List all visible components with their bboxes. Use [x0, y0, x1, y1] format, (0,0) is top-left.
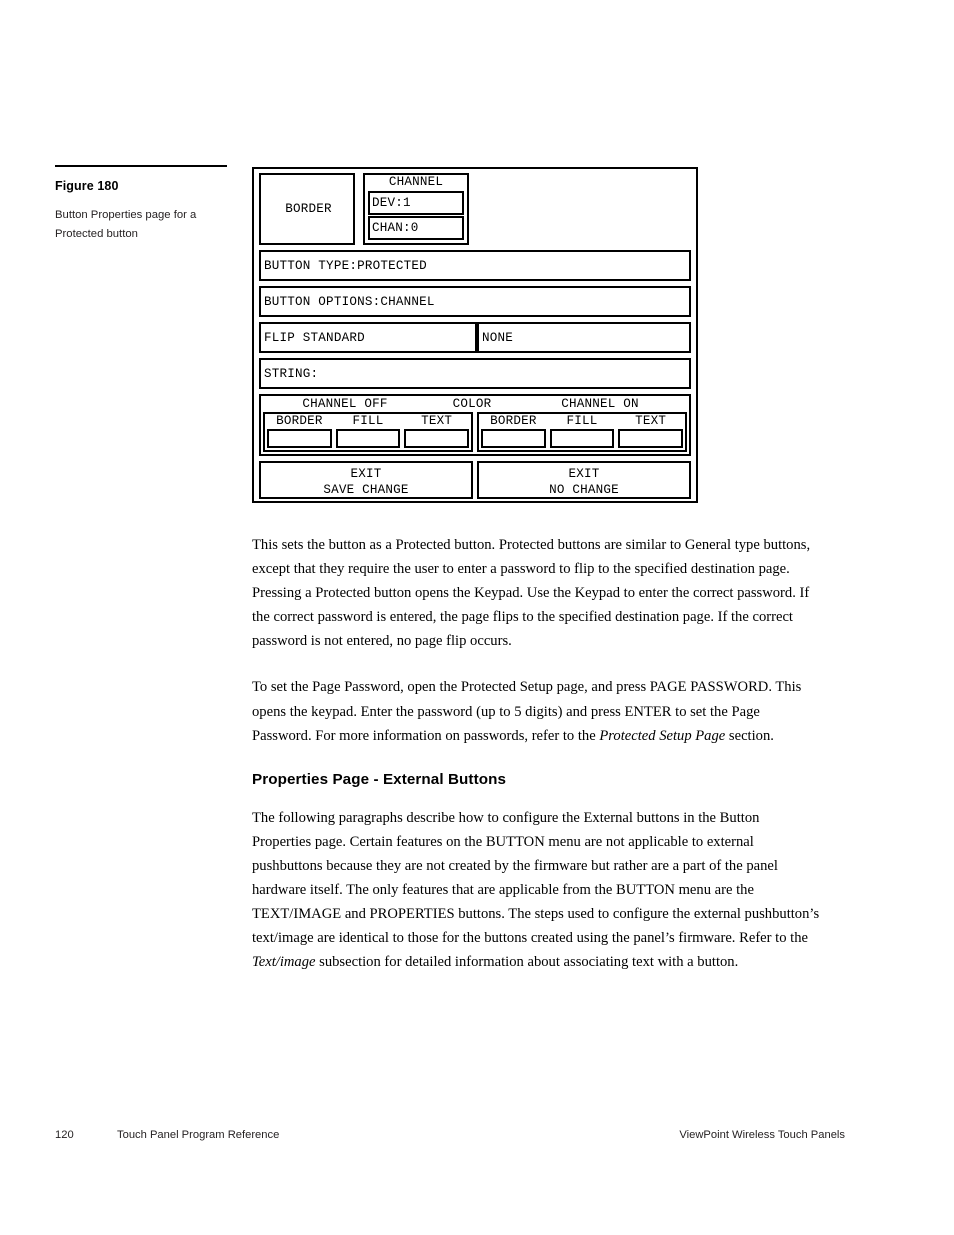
- color-section-header: CHANNEL OFF COLOR CHANNEL ON: [261, 396, 689, 412]
- channel-off-fill-label: FILL: [352, 414, 384, 428]
- channel-number-field[interactable]: CHAN:0: [368, 216, 464, 240]
- channel-on-fill-swatch[interactable]: [549, 429, 615, 448]
- channel-off-color-group: BORDER FILL TEXT: [263, 412, 473, 452]
- text-image-reference: Text/image: [252, 954, 316, 971]
- channel-off-header: CHANNEL OFF: [302, 397, 388, 411]
- channel-off-text-label: TEXT: [421, 414, 453, 428]
- channel-off-text-swatch[interactable]: [404, 429, 470, 448]
- channel-on-text-swatch[interactable]: [618, 429, 684, 448]
- channel-off-fill-swatch-cell: FILL: [334, 414, 403, 450]
- exit-no-change-button[interactable]: EXIT NO CHANGE: [477, 461, 691, 499]
- channel-on-fill-label: FILL: [566, 414, 598, 428]
- channel-on-border-label: BORDER: [490, 414, 537, 428]
- button-type-row: BUTTON TYPE:PROTECTED: [259, 250, 691, 281]
- exit-save-line-2: SAVE CHANGE: [323, 483, 409, 497]
- exit-nochange-line-2: NO CHANGE: [549, 483, 619, 497]
- paragraph-page-password-part2: section.: [725, 727, 774, 744]
- channel-on-color-group: BORDER FILL TEXT: [477, 412, 687, 452]
- section-heading-external-buttons: Properties Page - External Buttons: [252, 770, 507, 788]
- color-header: COLOR: [452, 397, 492, 411]
- channel-off-border-swatch[interactable]: [267, 429, 332, 448]
- color-section: CHANNEL OFF COLOR CHANNEL ON BORDER FILL…: [259, 394, 691, 456]
- exit-nochange-line-1: EXIT: [568, 467, 600, 481]
- border-preview-button[interactable]: BORDER: [259, 173, 355, 245]
- exit-button-row: EXIT SAVE CHANGE EXIT NO CHANGE: [259, 461, 691, 499]
- color-groups: BORDER FILL TEXT BORDER FILL TEXT: [261, 412, 689, 452]
- footer-page-number: 120: [55, 1129, 74, 1141]
- channel-on-text-swatch-cell: TEXT: [616, 414, 685, 450]
- channel-on-border-swatch[interactable]: [481, 429, 546, 448]
- figure-caption-text: Button Properties page for a Protected b…: [55, 209, 197, 240]
- footer-product-name: ViewPoint Wireless Touch Panels: [679, 1129, 845, 1141]
- string-row: STRING:: [259, 358, 691, 389]
- paragraph-external-buttons: The following paragraphs describe how to…: [252, 806, 820, 975]
- figure-caption-block: Figure 180 Button Properties page for a …: [55, 165, 227, 243]
- channel-on-fill-swatch-cell: FILL: [548, 414, 617, 450]
- channel-group: CHANNEL DEV:1 CHAN:0: [363, 173, 469, 245]
- channel-off-border-swatch-cell: BORDER: [265, 414, 334, 450]
- channel-group-title: CHANNEL: [388, 175, 444, 189]
- exit-save-change-button[interactable]: EXIT SAVE CHANGE: [259, 461, 473, 499]
- figure-number-label: Figure 180: [55, 179, 119, 193]
- channel-on-text-label: TEXT: [635, 414, 667, 428]
- channel-off-border-label: BORDER: [276, 414, 323, 428]
- device-number-field[interactable]: DEV:1: [368, 191, 464, 215]
- page-footer: 120 Touch Panel Program Reference ViewPo…: [55, 1129, 845, 1141]
- paragraph-external-buttons-part2: subsection for detailed information abou…: [315, 954, 739, 971]
- channel-off-text-swatch-cell: TEXT: [402, 414, 471, 450]
- channel-on-header: CHANNEL ON: [561, 397, 639, 411]
- button-properties-panel-figure: BORDER CHANNEL DEV:1 CHAN:0 BUTTON TYPE:…: [252, 167, 698, 503]
- flip-target-button[interactable]: NONE: [477, 322, 691, 353]
- paragraph-external-buttons-part1: The following paragraphs describe how to…: [252, 809, 820, 947]
- exit-save-line-1: EXIT: [350, 467, 382, 481]
- protected-setup-page-reference: Protected Setup Page: [599, 727, 726, 744]
- paragraph-page-password: To set the Page Password, open the Prote…: [252, 675, 820, 747]
- footer-document-title: Touch Panel Program Reference: [117, 1129, 280, 1141]
- button-options-row: BUTTON OPTIONS:CHANNEL: [259, 286, 691, 317]
- channel-on-border-swatch-cell: BORDER: [479, 414, 548, 450]
- button-type-button[interactable]: BUTTON TYPE:PROTECTED: [259, 250, 691, 281]
- channel-off-fill-swatch[interactable]: [335, 429, 401, 448]
- caption-divider-rule: [55, 165, 227, 167]
- panel-top-row: BORDER CHANNEL DEV:1 CHAN:0: [259, 173, 691, 245]
- paragraph-protected-button: This sets the button as a Protected butt…: [252, 537, 811, 650]
- string-field[interactable]: STRING:: [259, 358, 691, 389]
- flip-standard-button[interactable]: FLIP STANDARD: [259, 322, 477, 353]
- button-options-button[interactable]: BUTTON OPTIONS:CHANNEL: [259, 286, 691, 317]
- flip-row: FLIP STANDARD NONE: [259, 322, 691, 353]
- content-column: This sets the button as a Protected butt…: [252, 533, 820, 996]
